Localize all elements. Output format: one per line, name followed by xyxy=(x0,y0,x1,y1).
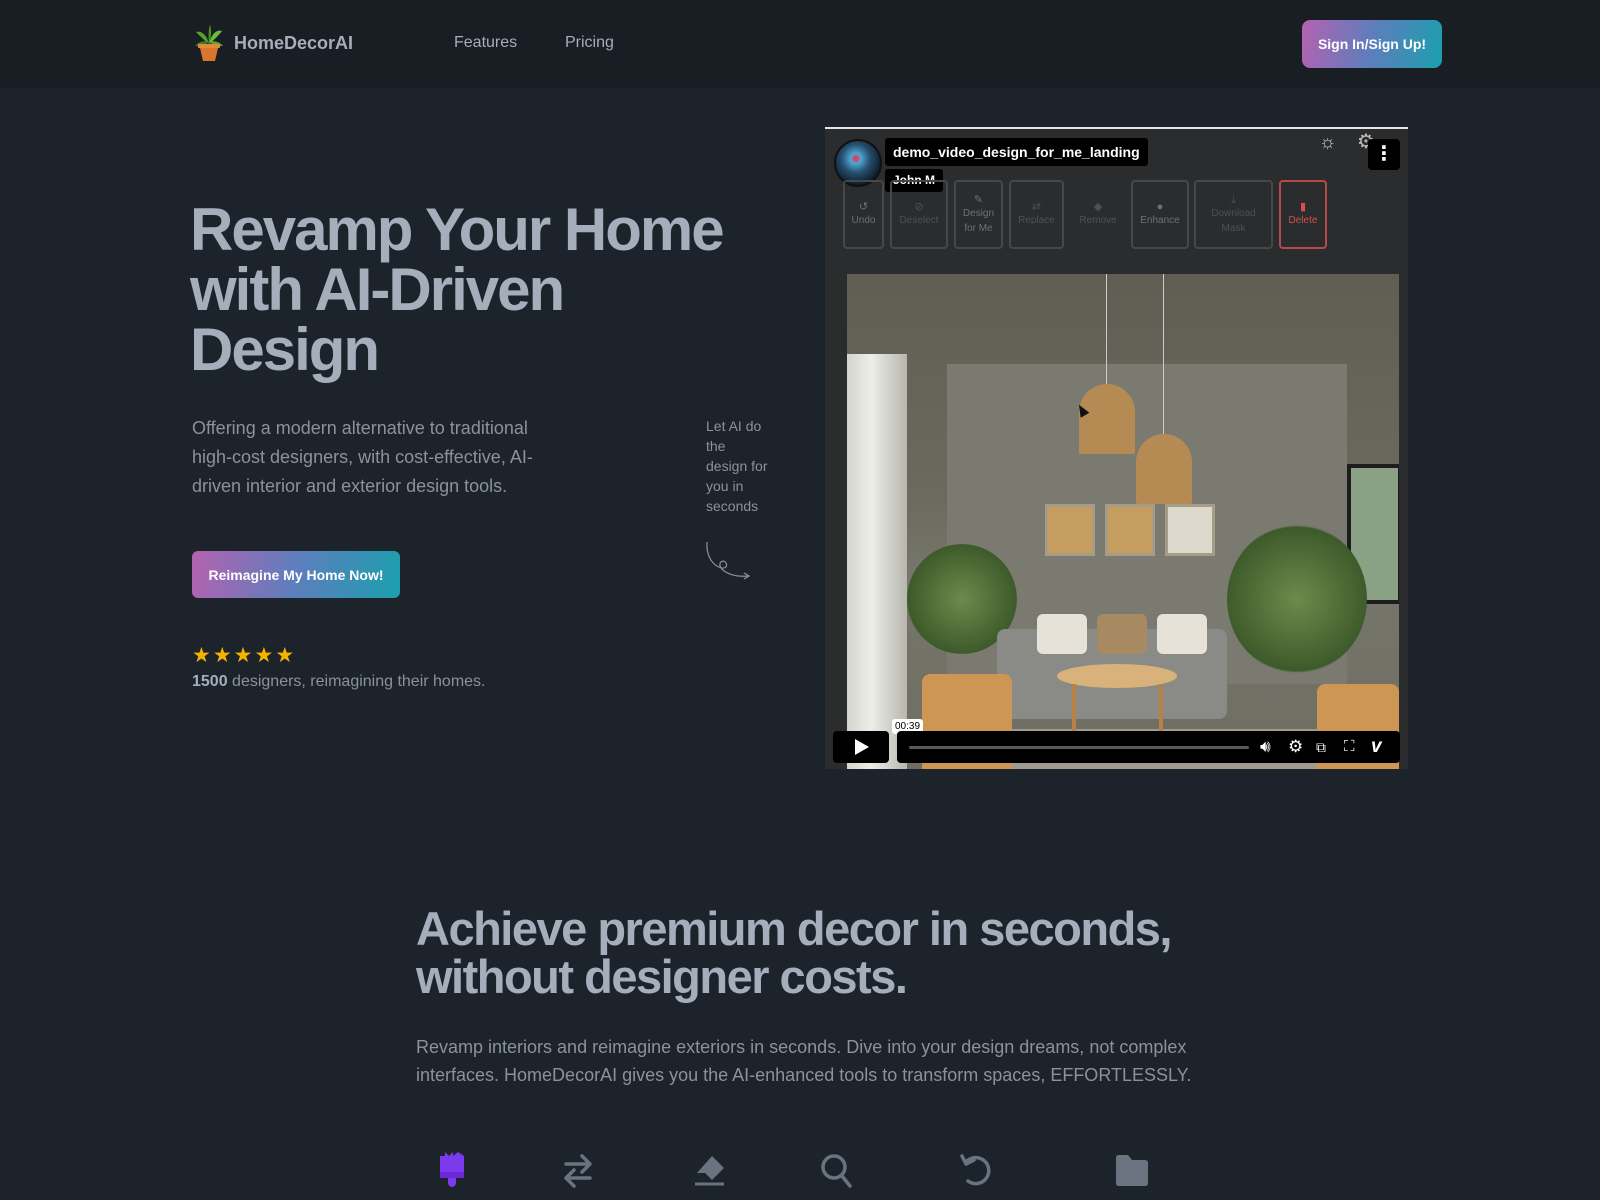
tool-delete: ▮ Delete xyxy=(1279,180,1327,249)
navbar: HomeDecorAI Features Pricing Sign In/Sig… xyxy=(0,0,1600,88)
section-title: Achieve premium decor in seconds, withou… xyxy=(416,902,1173,1003)
fullscreen-icon[interactable]: ⛶ xyxy=(1344,736,1355,758)
star-icon: ★ xyxy=(212,644,232,667)
plant xyxy=(1227,524,1367,674)
signin-signup-button[interactable]: Sign In/Sign Up! xyxy=(1302,20,1442,68)
designer-count: 1500 xyxy=(192,673,228,690)
progress-bar[interactable] xyxy=(909,746,1249,749)
download-icon: ⤓ xyxy=(1231,193,1236,206)
trash-icon: ▮ xyxy=(1299,201,1307,213)
more-options-button[interactable]: ⋮ xyxy=(1368,139,1400,170)
settings-icon[interactable]: ⚙ xyxy=(1288,736,1303,758)
rating-caption: designers, reimagining their homes. xyxy=(227,673,486,690)
magic-wand-icon: ✎ xyxy=(973,193,984,206)
nav-link-features[interactable]: Features xyxy=(454,34,517,52)
side-note: Let AI do the design for you in seconds xyxy=(706,418,768,514)
search-icon[interactable] xyxy=(818,1150,854,1190)
hero-subtitle: Offering a modern alternative to traditi… xyxy=(192,418,533,496)
rating-text: 1500 designers, reimagining their homes. xyxy=(192,673,486,691)
undo-icon[interactable] xyxy=(958,1150,994,1190)
room-render-image xyxy=(847,274,1399,769)
star-icon: ★ xyxy=(233,644,253,667)
tool-replace: ⇄ Replace xyxy=(1009,180,1064,249)
wall-art xyxy=(1165,504,1215,556)
eraser-icon[interactable] xyxy=(692,1150,728,1190)
wall-art xyxy=(1045,504,1095,556)
feature-tabs xyxy=(0,1150,1600,1200)
star-rating: ★ ★ ★ ★ ★ xyxy=(192,644,295,667)
replace-icon: ⇄ xyxy=(1031,201,1042,213)
star-icon: ★ xyxy=(275,644,295,667)
enhance-icon: ● xyxy=(1156,201,1164,213)
vimeo-logo-icon[interactable]: v xyxy=(1371,736,1382,758)
reimagine-home-button[interactable]: Reimagine My Home Now! xyxy=(192,551,400,598)
folder-icon[interactable] xyxy=(1114,1150,1150,1190)
sun-icon: ☼ xyxy=(1319,132,1337,153)
tool-download-mask: ⤓ Download Mask xyxy=(1194,180,1273,249)
potted-plant-icon xyxy=(192,24,226,62)
swap-arrows-icon[interactable] xyxy=(560,1150,596,1190)
eraser-icon: ◆ xyxy=(1093,201,1103,213)
demo-video-player[interactable]: demo_video_design_for_me_landing John M … xyxy=(825,127,1408,769)
brand[interactable]: HomeDecorAI xyxy=(192,24,353,62)
brand-name: HomeDecorAI xyxy=(234,32,354,53)
player-control-bar: 🔊︎ ⚙ ⧉ ⛶ v xyxy=(897,731,1400,763)
hero-title: Revamp Your Home with AI-Driven Design xyxy=(190,196,725,383)
curly-arrow-icon xyxy=(706,541,751,580)
curtain xyxy=(847,354,907,769)
wall-art xyxy=(1105,504,1155,556)
deselect-icon: ⊘ xyxy=(914,201,924,213)
tool-undo: ↺ Undo xyxy=(843,180,884,249)
video-title[interactable]: demo_video_design_for_me_landing xyxy=(885,138,1148,166)
tool-design-for-me: ✎ Design for Me xyxy=(954,180,1003,249)
star-icon: ★ xyxy=(254,644,274,667)
tool-remove: ◆ Remove xyxy=(1079,201,1117,226)
pendant-lamp xyxy=(1079,384,1135,454)
tool-deselect: ⊘ Deselect xyxy=(890,180,948,249)
star-icon: ★ xyxy=(192,644,211,667)
section-subtitle: Revamp interiors and reimagine exteriors… xyxy=(416,1037,1192,1085)
pendant-lamp xyxy=(1136,434,1192,504)
nav-link-pricing[interactable]: Pricing xyxy=(565,34,614,52)
paintbrush-icon[interactable] xyxy=(434,1150,470,1190)
play-button[interactable] xyxy=(833,731,889,763)
pip-icon[interactable]: ⧉ xyxy=(1316,736,1326,758)
undo-icon: ↺ xyxy=(858,201,869,213)
volume-icon[interactable]: 🔊︎ xyxy=(1260,736,1271,758)
tool-enhance: ● Enhance xyxy=(1131,180,1189,249)
